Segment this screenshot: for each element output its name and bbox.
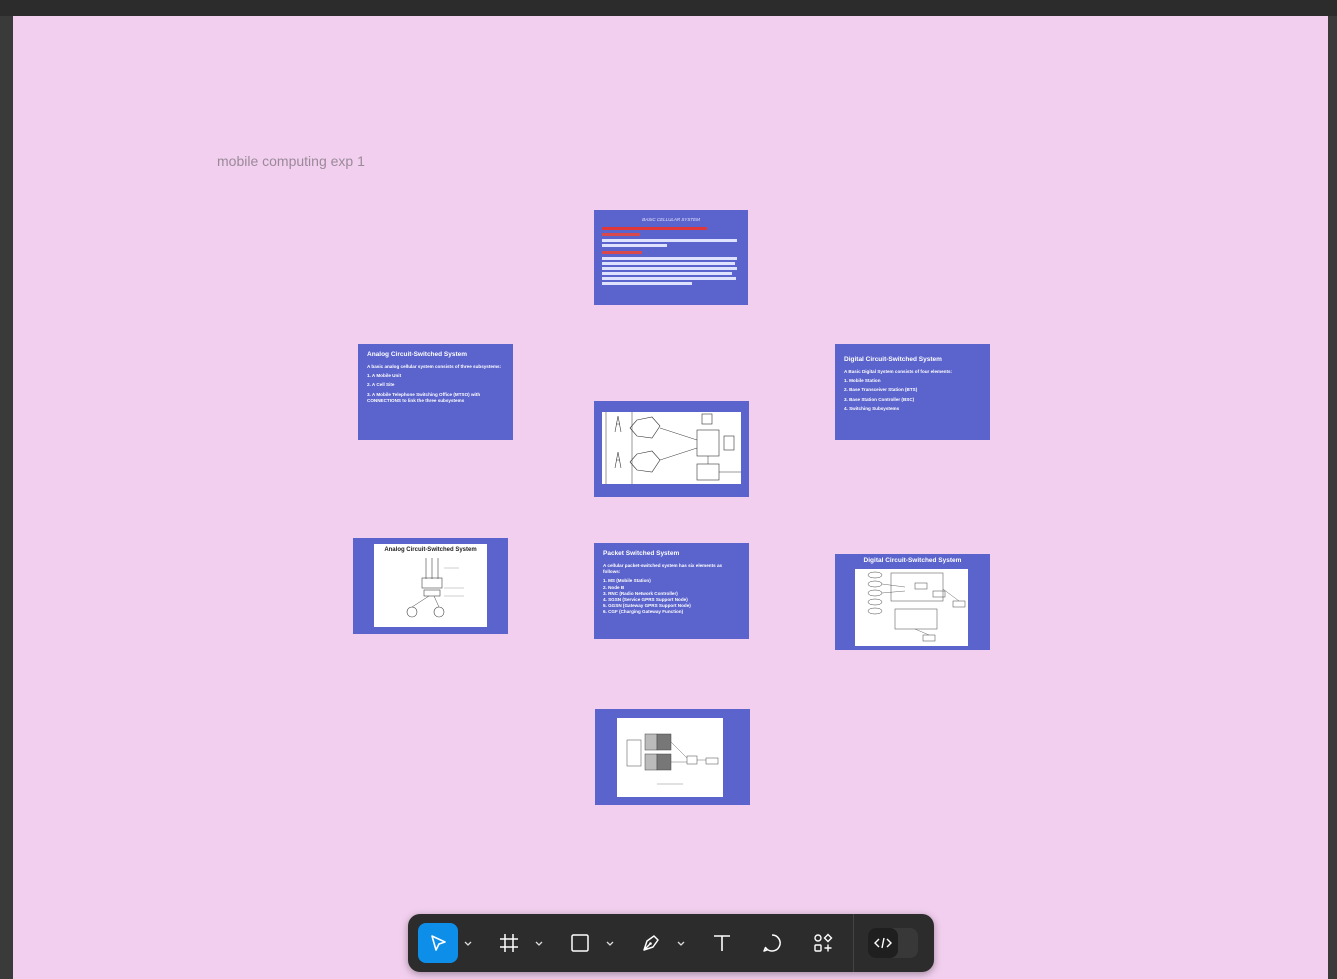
packet-diagram-image <box>617 718 723 797</box>
list-item: 1. A Mobile Unit <box>367 373 402 379</box>
frame-title: Digital Circuit-Switched System <box>844 356 942 363</box>
digital-diagram-image <box>855 569 968 646</box>
network-diagram-drawing <box>605 412 741 484</box>
text-icon <box>714 935 730 951</box>
code-icon <box>874 937 892 949</box>
bottom-toolbar <box>408 914 934 972</box>
frame-intro: A basic analog cellular system consists … <box>367 364 502 369</box>
frame-basic-cellular[interactable]: BASIC CELLULAR SYSTEM <box>594 210 748 305</box>
frame-intro: A Basic Digital System consists of four … <box>844 369 953 374</box>
frame-digital-text[interactable]: Digital Circuit-Switched System A Basic … <box>835 344 990 440</box>
digital-diagram-drawing <box>867 571 966 642</box>
red-heading-bar <box>602 227 707 230</box>
cursor-arrow-icon <box>431 935 446 951</box>
frame-body: A Basic Digital System consists of four … <box>844 369 981 412</box>
frame-body: A basic analog cellular system consists … <box>367 364 504 404</box>
frame-packet-text[interactable]: Packet Switched System A cellular packet… <box>594 543 749 639</box>
list-item: 6. CGF (Charging Gateway Function) <box>603 609 684 615</box>
pen-icon <box>643 935 659 951</box>
right-panel-edge <box>1328 16 1337 979</box>
top-bar <box>0 0 1337 16</box>
paragraph-block <box>602 239 740 247</box>
shapes-plus-icon <box>814 933 833 952</box>
list-item: 2. A Cell Site <box>367 382 395 388</box>
text-tool-button[interactable] <box>709 923 735 963</box>
image-title: Analog Circuit-Switched System <box>384 547 477 553</box>
rectangle-icon <box>571 934 589 952</box>
chevron-down-icon[interactable] <box>605 938 615 948</box>
dev-mode-button[interactable] <box>868 928 898 958</box>
frame-title: Analog Circuit-Switched System <box>367 351 468 358</box>
list-item: 3. A Mobile Telephone Switching Office (… <box>367 391 481 403</box>
analog-diagram-drawing <box>406 558 464 618</box>
frame-analog-text[interactable]: Analog Circuit-Switched System A basic a… <box>358 344 513 440</box>
frame-title: Digital Circuit-Switched System <box>863 557 962 564</box>
toolbar-divider <box>853 914 854 972</box>
frame-title: Packet Switched System <box>603 550 680 557</box>
frame-intro: A cellular packet-switched system has si… <box>603 563 723 575</box>
left-panel-edge <box>0 16 13 979</box>
red-subheading-bar <box>602 233 640 236</box>
frame-body: A cellular packet-switched system has si… <box>603 563 740 616</box>
comment-tool-button[interactable] <box>759 923 785 963</box>
list-item: 2. Base Transceiver Station (BTS) <box>844 387 918 393</box>
design-canvas[interactable]: mobile computing exp 1 BASIC CELLULAR SY… <box>13 16 1328 979</box>
move-tool-button[interactable] <box>418 923 458 963</box>
list-item: 1. Mobile Station <box>844 378 881 384</box>
chevron-down-icon[interactable] <box>463 938 473 948</box>
hash-frame-icon <box>500 934 518 952</box>
red-subheading-bar-2 <box>602 251 642 254</box>
list-item: 4. Switching Subsystems <box>844 405 900 411</box>
list-item: 3. Base Station Controller (BSC) <box>844 396 915 402</box>
comment-icon <box>763 934 781 952</box>
frame-packet-diagram[interactable] <box>595 709 750 805</box>
pen-tool-button[interactable] <box>638 923 664 963</box>
frame-tool-button[interactable] <box>496 923 522 963</box>
network-diagram-image <box>602 412 741 484</box>
analog-diagram-image: Analog Circuit-Switched System <box>374 544 487 627</box>
rectangle-tool-button[interactable] <box>567 923 593 963</box>
frame-digital-image[interactable]: Digital Circuit-Switched System <box>835 554 990 650</box>
paragraph-block-2 <box>602 257 740 285</box>
chevron-down-icon[interactable] <box>534 938 544 948</box>
packet-diagram-drawing <box>626 733 719 785</box>
actions-tool-button[interactable] <box>810 923 836 963</box>
frame-analog-image[interactable]: Analog Circuit-Switched System <box>353 538 508 634</box>
chevron-down-icon[interactable] <box>676 938 686 948</box>
frame-basic-title: BASIC CELLULAR SYSTEM <box>642 217 700 222</box>
frame-network-diagram[interactable] <box>594 401 749 497</box>
section-title[interactable]: mobile computing exp 1 <box>217 153 365 169</box>
